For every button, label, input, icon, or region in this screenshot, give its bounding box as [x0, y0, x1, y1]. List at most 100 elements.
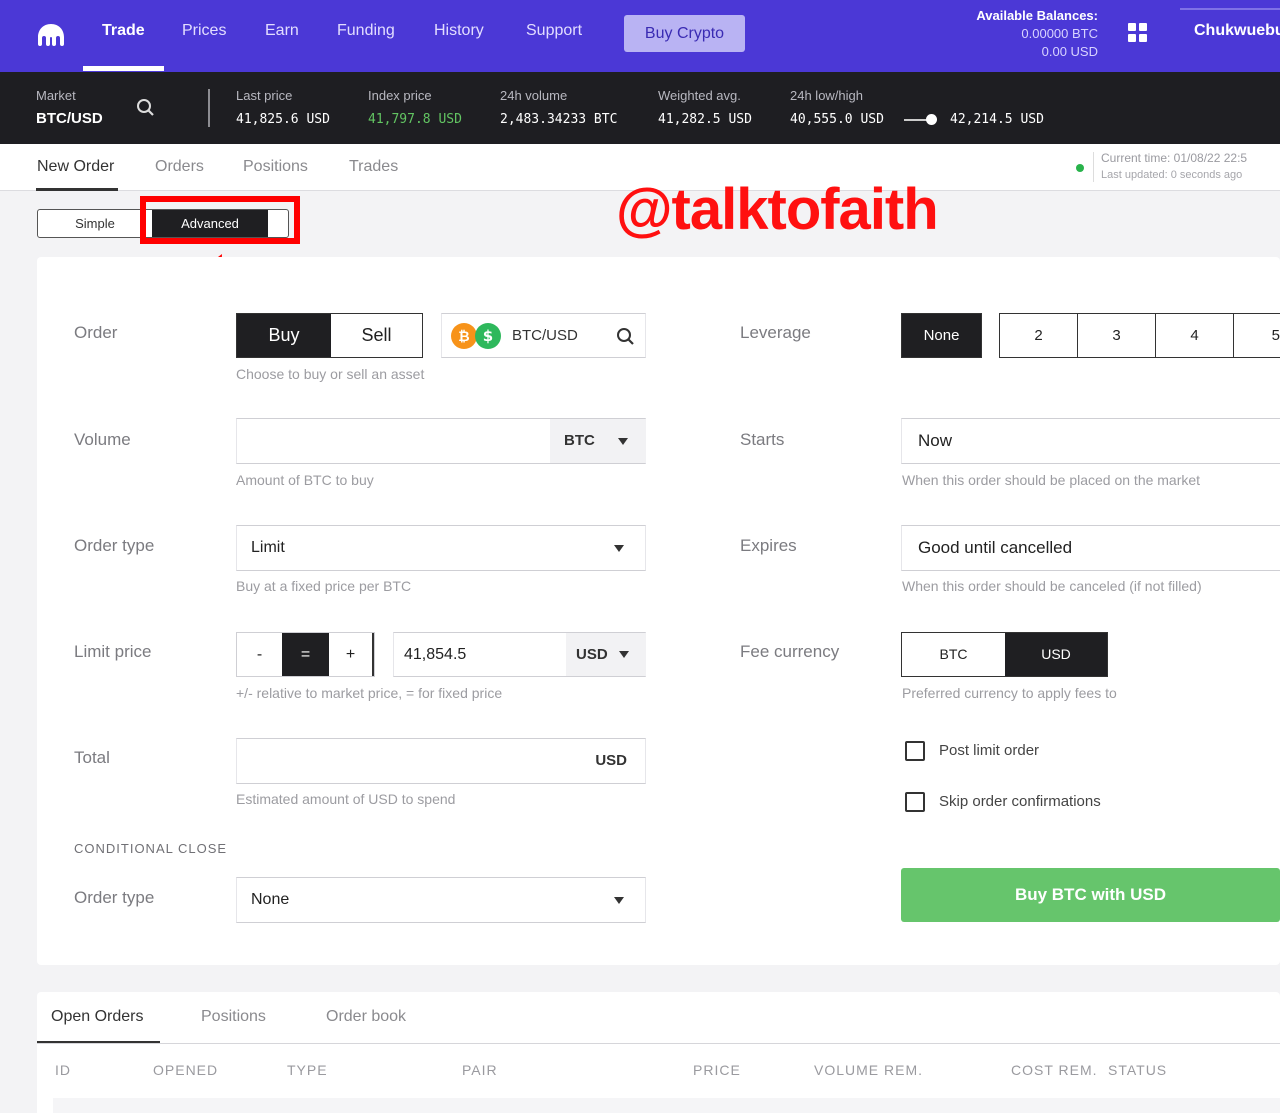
skip-confirm-checkbox[interactable]: [905, 792, 925, 812]
col-type[interactable]: TYPE: [287, 1062, 328, 1078]
bottom-tabs-divider: [37, 1043, 1280, 1044]
svg-text:₿: ₿: [458, 329, 469, 345]
buy-crypto-button[interactable]: Buy Crypto: [624, 15, 745, 52]
top-nav: Trade Prices Earn Funding History Suppor…: [0, 0, 1280, 72]
bottom-tab-open-orders[interactable]: Open Orders: [51, 1008, 143, 1026]
coin-pair-icon: ₿ $: [451, 323, 501, 349]
svg-text:$: $: [483, 327, 493, 345]
order-type-select[interactable]: Limit: [236, 525, 646, 571]
market-pair[interactable]: BTC/USD: [36, 110, 103, 127]
tab-orders[interactable]: Orders: [155, 158, 204, 176]
fee-btc-button[interactable]: BTC: [902, 633, 1005, 676]
buy-sell-toggle: Buy Sell: [236, 313, 423, 358]
close-order-type-value: None: [251, 891, 290, 908]
limit-price-input[interactable]: 41,854.5 USD: [393, 632, 646, 677]
volume-label: Volume: [74, 430, 131, 449]
col-cost-rem[interactable]: COST REM.: [1011, 1062, 1098, 1078]
price-equals-button[interactable]: =: [282, 633, 329, 676]
expires-label: Expires: [740, 536, 797, 555]
total-label: Total: [74, 748, 110, 767]
tab-active-underline: [36, 188, 118, 191]
tab-positions[interactable]: Positions: [243, 158, 308, 176]
leverage-3-button[interactable]: 3: [1078, 314, 1156, 357]
buy-button[interactable]: Buy: [237, 314, 331, 357]
total-input[interactable]: USD: [236, 738, 646, 784]
order-type-hint: Buy at a fixed price per BTC: [236, 578, 412, 594]
leverage-none-button[interactable]: None: [901, 313, 982, 358]
price-minus-button[interactable]: -: [237, 633, 282, 676]
nav-trade[interactable]: Trade: [102, 22, 145, 40]
low-value: 40,555.0 USD: [790, 112, 884, 127]
kraken-logo-icon[interactable]: [36, 22, 66, 48]
volume-chevron-down-icon: [618, 438, 628, 445]
close-order-type-label: Order type: [74, 888, 155, 907]
submit-order-button[interactable]: Buy BTC with USD: [901, 868, 1280, 922]
volume-input[interactable]: BTC: [236, 418, 646, 464]
limit-price-hint: +/- relative to market price, = for fixe…: [236, 685, 503, 701]
limit-unit-select[interactable]: USD: [566, 633, 646, 676]
leverage-label: Leverage: [740, 323, 811, 342]
expires-select[interactable]: Good until cancelled: [901, 525, 1280, 571]
weighted-avg-label: Weighted avg.: [658, 88, 741, 103]
nav-earn[interactable]: Earn: [265, 22, 299, 40]
col-pair[interactable]: PAIR: [462, 1062, 498, 1078]
range-marker: [926, 114, 937, 125]
balance-usd: 0.00 USD: [1041, 44, 1098, 59]
col-status[interactable]: STATUS: [1108, 1062, 1167, 1078]
price-plus-button[interactable]: +: [329, 633, 374, 676]
nav-history[interactable]: History: [434, 22, 484, 40]
sell-button[interactable]: Sell: [331, 314, 422, 357]
table-row: [53, 1098, 1280, 1113]
tab-new-order[interactable]: New Order: [37, 158, 114, 176]
bottom-tab-positions[interactable]: Positions: [201, 1008, 266, 1026]
close-type-chevron-down-icon: [614, 897, 624, 904]
order-hint: Choose to buy or sell an asset: [236, 366, 425, 382]
nav-prices[interactable]: Prices: [182, 22, 226, 40]
starts-hint: When this order should be placed on the …: [902, 472, 1201, 488]
pair-search-icon[interactable]: [616, 327, 636, 347]
pair-selector[interactable]: ₿ $ BTC/USD: [441, 313, 646, 358]
balances-label: Available Balances:: [976, 8, 1098, 23]
apps-grid-icon[interactable]: [1128, 23, 1148, 43]
price-mode-toggle: - = +: [236, 632, 375, 677]
fee-currency-hint: Preferred currency to apply fees to: [902, 685, 1117, 701]
col-id[interactable]: ID: [55, 1062, 71, 1078]
market-label: Market: [36, 88, 76, 103]
total-unit: USD: [595, 752, 627, 769]
leverage-5-button[interactable]: 5: [1234, 314, 1280, 357]
high-value: 42,214.5 USD: [950, 112, 1044, 127]
index-price-value: 41,797.8 USD: [368, 112, 462, 127]
mode-simple-button[interactable]: Simple: [38, 210, 152, 237]
volume-unit-select[interactable]: BTC: [550, 419, 646, 463]
balance-btc: 0.00000 BTC: [1021, 26, 1098, 41]
post-limit-checkbox[interactable]: [905, 741, 925, 761]
order-form-card: [37, 257, 1280, 965]
volume-unit: BTC: [564, 432, 595, 449]
order-type-chevron-down-icon: [614, 545, 624, 552]
market-search-icon[interactable]: [136, 98, 156, 118]
ticker-divider: [208, 89, 210, 127]
fee-usd-button[interactable]: USD: [1005, 633, 1107, 676]
current-time: Current time: 01/08/22 22:5: [1101, 151, 1248, 165]
leverage-2-button[interactable]: 2: [1000, 314, 1078, 357]
nav-funding[interactable]: Funding: [337, 22, 395, 40]
col-opened[interactable]: OPENED: [153, 1062, 218, 1078]
close-order-type-select[interactable]: None: [236, 877, 646, 923]
starts-label: Starts: [740, 430, 785, 449]
index-price-label: Index price: [368, 88, 432, 103]
skip-confirm-label: Skip order confirmations: [939, 793, 1101, 810]
user-divider: [1180, 8, 1280, 10]
nav-support[interactable]: Support: [526, 22, 582, 40]
col-price[interactable]: PRICE: [693, 1062, 741, 1078]
weighted-avg-value: 41,282.5 USD: [658, 112, 752, 127]
tab-trades[interactable]: Trades: [349, 158, 398, 176]
volume-hint: Amount of BTC to buy: [236, 472, 374, 488]
col-volume-rem[interactable]: VOLUME REM.: [814, 1062, 923, 1078]
limit-price-label: Limit price: [74, 642, 152, 661]
bottom-tab-order-book[interactable]: Order book: [326, 1008, 406, 1026]
connection-status-dot: [1076, 164, 1084, 172]
fee-currency-label: Fee currency: [740, 642, 840, 661]
starts-select[interactable]: Now: [901, 418, 1280, 464]
user-menu[interactable]: Chukwuebu: [1194, 22, 1280, 40]
leverage-4-button[interactable]: 4: [1156, 314, 1234, 357]
